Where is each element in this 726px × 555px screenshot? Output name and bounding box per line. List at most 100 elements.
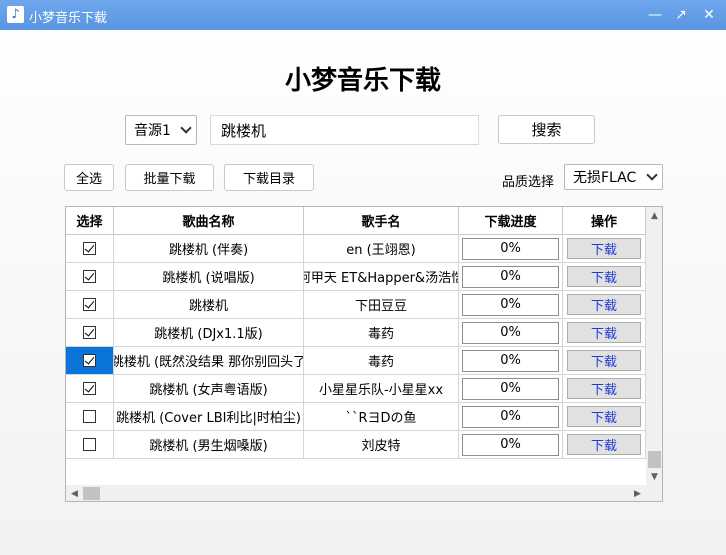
column-header-artist[interactable]: 歌手名	[304, 207, 459, 235]
table-row[interactable]: 跳楼机 (Cover LBI利比|时柏尘) ``RヨDの鱼 0% 下载	[66, 403, 646, 431]
scroll-down-icon[interactable]: ▼	[646, 468, 662, 485]
download-button[interactable]: 下载	[567, 294, 641, 315]
download-button[interactable]: 下载	[567, 266, 641, 287]
artist-cell: 阿甲天 ET&Happer&汤浩恺	[304, 263, 459, 291]
page-title: 小梦音乐下载	[284, 66, 441, 96]
vertical-scroll-thumb[interactable]	[648, 451, 661, 468]
window-title: 小梦音乐下载	[29, 11, 108, 26]
row-checkbox[interactable]	[83, 242, 96, 255]
maximize-button[interactable]: ↗	[667, 0, 695, 30]
batch-download-button[interactable]: 批量下载	[125, 164, 214, 191]
song-name: 跳楼机 (说唱版)	[162, 271, 255, 286]
action-cell: 下载	[563, 375, 646, 403]
checkbox-cell[interactable]	[66, 347, 114, 375]
action-cell: 下载	[563, 347, 646, 375]
progress-cell: 0%	[459, 235, 563, 263]
table-row[interactable]: 跳楼机 (说唱版) 阿甲天 ET&Happer&汤浩恺 0% 下载	[66, 263, 646, 291]
checkbox-cell[interactable]	[66, 431, 114, 459]
column-header-progress[interactable]: 下载进度	[459, 207, 563, 235]
song-name: 跳楼机 (伴奏)	[168, 243, 249, 258]
checkbox-cell[interactable]	[66, 375, 114, 403]
chevron-down-icon	[646, 169, 658, 181]
row-checkbox[interactable]	[83, 438, 96, 451]
artist-name: ``RヨDの鱼	[345, 411, 417, 426]
minimize-button[interactable]: —	[641, 0, 669, 30]
song-name-cell: 跳楼机 (Cover LBI利比|时柏尘)	[114, 403, 304, 431]
row-checkbox[interactable]	[83, 298, 96, 311]
download-button[interactable]: 下载	[567, 238, 641, 259]
title-bar: ♪ 小梦音乐下载 — ↗ ✕	[0, 0, 726, 30]
row-checkbox[interactable]	[83, 410, 96, 423]
column-header-song[interactable]: 歌曲名称	[114, 207, 304, 235]
row-checkbox[interactable]	[83, 382, 96, 395]
artist-cell: 毒药	[304, 319, 459, 347]
song-name: 跳楼机 (DJx1.1版)	[154, 327, 263, 342]
download-button[interactable]: 下载	[567, 434, 641, 455]
song-name: 跳楼机 (男生烟嗓版)	[149, 439, 268, 454]
scroll-up-icon[interactable]: ▲	[646, 207, 662, 224]
action-cell: 下载	[563, 319, 646, 347]
song-name-cell: 跳楼机 (男生烟嗓版)	[114, 431, 304, 459]
horizontal-scrollbar[interactable]: ◀ ▶	[66, 485, 646, 501]
table-row[interactable]: 跳楼机 (既然没结果 那你别回头了 毒药 0% 下载	[66, 347, 646, 375]
table-row[interactable]: 跳楼机 (男生烟嗓版) 刘皮特 0% 下载	[66, 431, 646, 459]
download-directory-button[interactable]: 下载目录	[224, 164, 314, 191]
search-input[interactable]	[210, 115, 479, 145]
song-name: 跳楼机 (Cover LBI利比|时柏尘)	[116, 411, 301, 426]
action-cell: 下载	[563, 291, 646, 319]
progress-cell: 0%	[459, 263, 563, 291]
action-cell: 下载	[563, 235, 646, 263]
quality-select-value: 无损FLAC	[573, 170, 637, 186]
download-button[interactable]: 下载	[567, 350, 641, 371]
artist-name: 毒药	[367, 355, 394, 370]
song-name: 跳楼机 (既然没结果 那你别回头了	[114, 355, 304, 370]
table-row[interactable]: 跳楼机 (伴奏) en (王翊恩) 0% 下载	[66, 235, 646, 263]
scroll-left-icon[interactable]: ◀	[66, 485, 83, 501]
quality-select[interactable]: 无损FLAC	[564, 164, 663, 190]
download-progress: 0%	[462, 405, 559, 428]
table-row[interactable]: 跳楼机 (DJx1.1版) 毒药 0% 下载	[66, 319, 646, 347]
horizontal-scroll-thumb[interactable]	[83, 487, 100, 500]
action-cell: 下载	[563, 431, 646, 459]
source-select[interactable]: 音源1	[125, 115, 197, 145]
artist-name: 下田豆豆	[354, 299, 407, 314]
download-button[interactable]: 下载	[567, 322, 641, 343]
results-table: 选择 歌曲名称 歌手名 下载进度 操作 跳楼机 (伴奏) en (王翊恩) 0% 下载…	[65, 206, 663, 502]
artist-cell: 毒药	[304, 347, 459, 375]
row-checkbox[interactable]	[83, 270, 96, 283]
checkbox-cell[interactable]	[66, 291, 114, 319]
artist-name: 毒药	[367, 327, 394, 342]
action-cell: 下载	[563, 263, 646, 291]
search-button[interactable]: 搜索	[498, 115, 595, 144]
select-all-button[interactable]: 全选	[64, 164, 114, 191]
download-progress: 0%	[462, 237, 559, 260]
action-cell: 下载	[563, 403, 646, 431]
vertical-scrollbar[interactable]: ▲ ▼	[646, 207, 662, 485]
artist-cell: en (王翊恩)	[304, 235, 459, 263]
table-row[interactable]: 跳楼机 下田豆豆 0% 下载	[66, 291, 646, 319]
download-button[interactable]: 下载	[567, 406, 641, 427]
table-row[interactable]: 跳楼机 (女声粤语版) 小星星乐队-小星星xx 0% 下载	[66, 375, 646, 403]
column-header-action[interactable]: 操作	[563, 207, 646, 235]
artist-name: 阿甲天 ET&Happer&汤浩恺	[304, 271, 459, 286]
row-checkbox[interactable]	[83, 354, 96, 367]
download-progress: 0%	[462, 377, 559, 400]
checkbox-cell[interactable]	[66, 235, 114, 263]
artist-name: en (王翊恩)	[346, 243, 416, 258]
download-progress: 0%	[462, 321, 559, 344]
column-header-select[interactable]: 选择	[66, 207, 114, 235]
chevron-down-icon	[180, 122, 192, 134]
checkbox-cell[interactable]	[66, 319, 114, 347]
progress-cell: 0%	[459, 431, 563, 459]
close-button[interactable]: ✕	[695, 0, 723, 30]
row-checkbox[interactable]	[83, 326, 96, 339]
song-name-cell: 跳楼机	[114, 291, 304, 319]
song-name: 跳楼机 (女声粤语版)	[149, 383, 268, 398]
scroll-right-icon[interactable]: ▶	[629, 485, 646, 501]
progress-cell: 0%	[459, 375, 563, 403]
checkbox-cell[interactable]	[66, 403, 114, 431]
download-progress: 0%	[462, 265, 559, 288]
download-progress: 0%	[462, 293, 559, 316]
download-button[interactable]: 下载	[567, 378, 641, 399]
checkbox-cell[interactable]	[66, 263, 114, 291]
